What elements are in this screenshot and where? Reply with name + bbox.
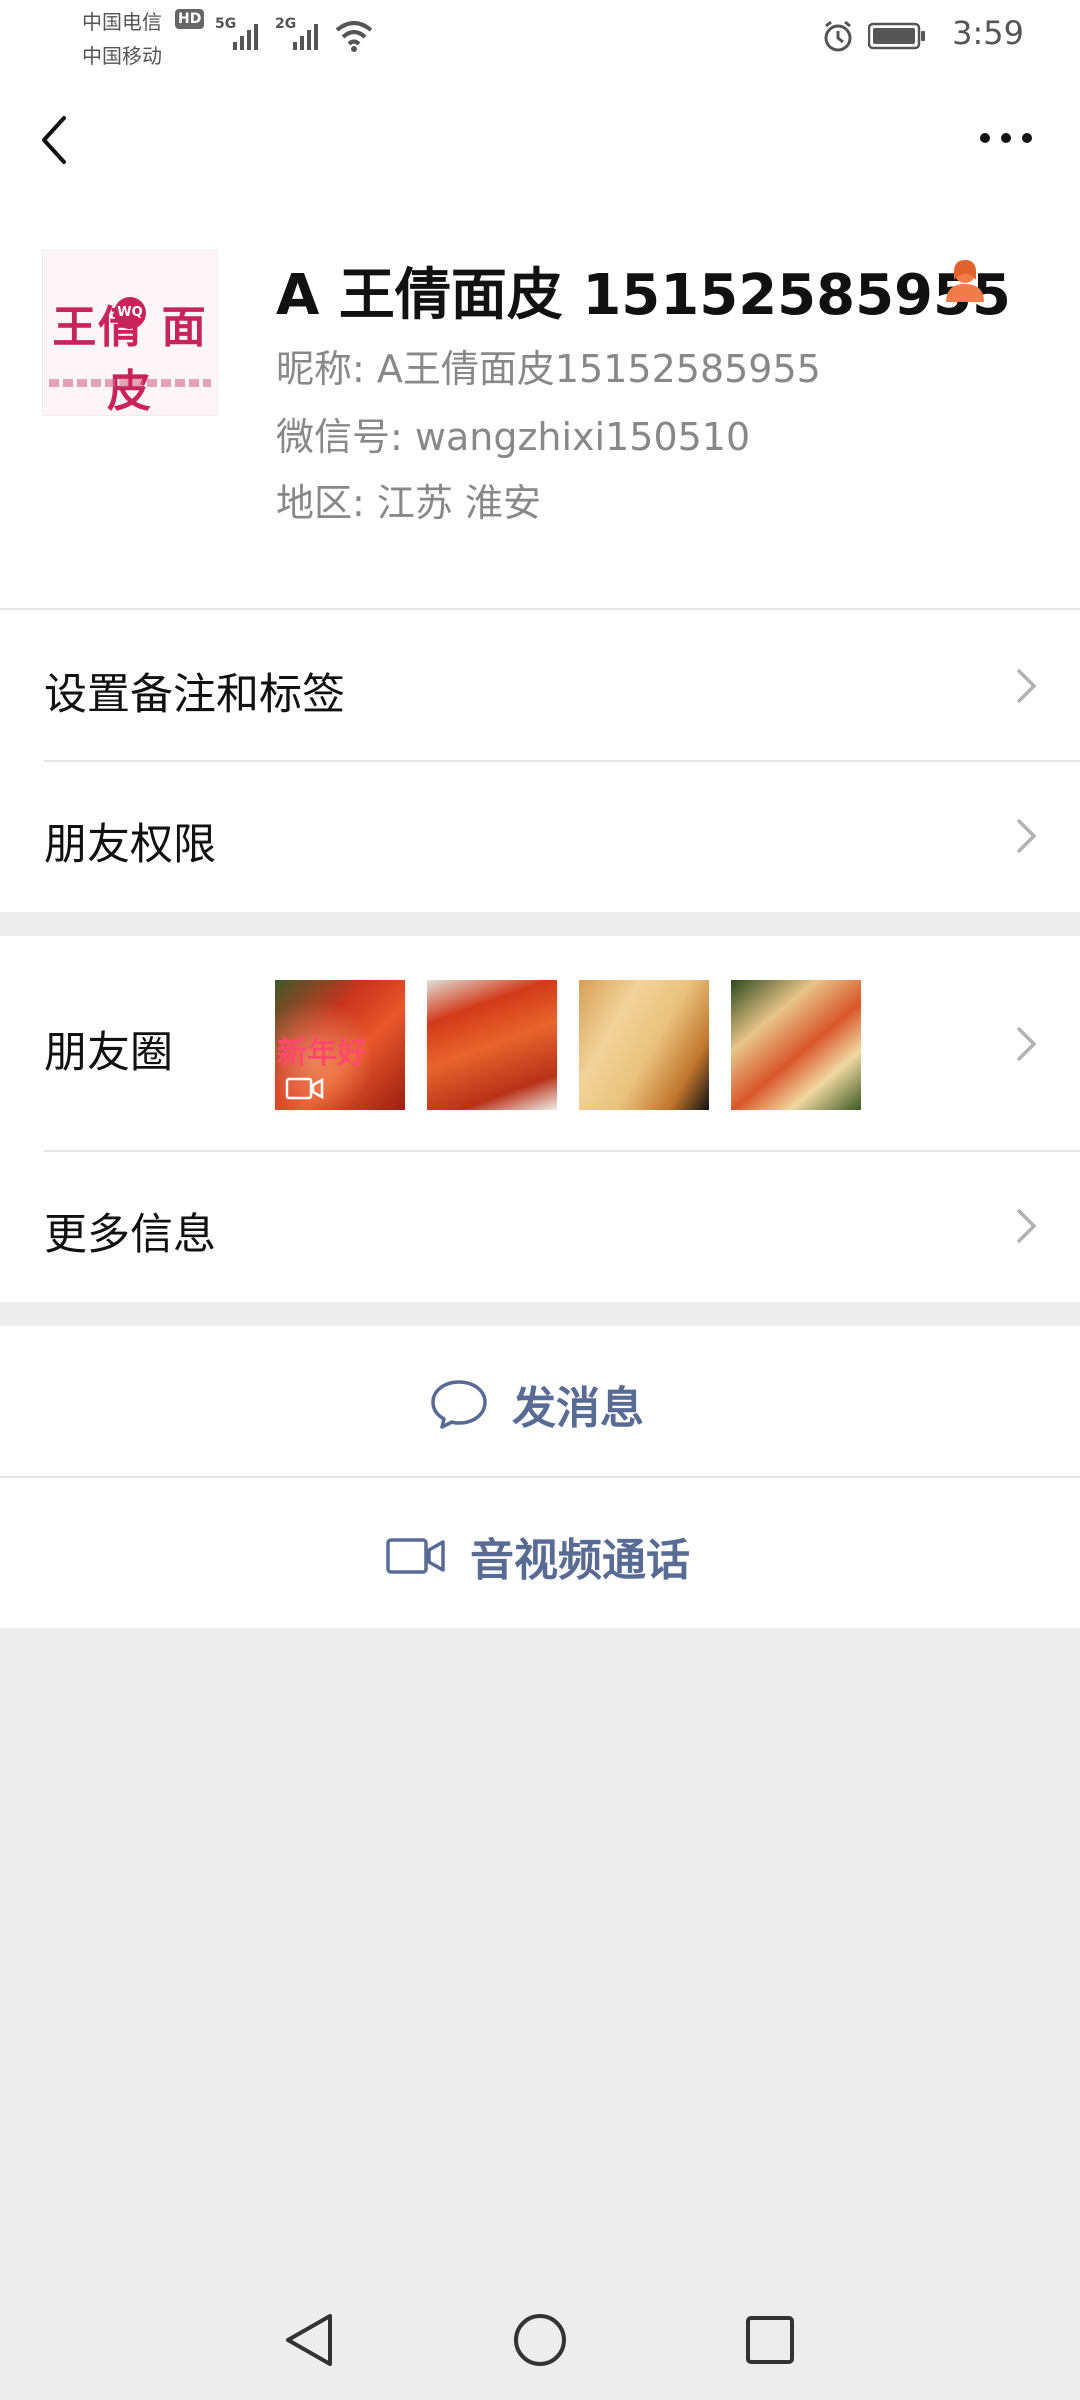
nav-home-icon[interactable]: [512, 2312, 568, 2368]
female-user-icon: [946, 260, 984, 302]
chevron-right-icon: [1016, 1026, 1037, 1062]
send-message-label: 发消息: [512, 1383, 644, 1434]
moments-thumbnail-photo[interactable]: [731, 980, 861, 1110]
wifi-icon: [335, 21, 373, 52]
hd-badge: HD: [175, 9, 205, 29]
chevron-right-icon: [1016, 1208, 1037, 1244]
friend-permissions-label: 朋友权限: [44, 820, 216, 870]
more-dots-icon[interactable]: [976, 128, 1036, 148]
av-call-button[interactable]: 音视频通话: [0, 1478, 1080, 1628]
chevron-right-icon: [1016, 668, 1037, 704]
status-bar: 中国电信 HD 中国移动 5G 2G 3:59: [0, 0, 1080, 72]
moments-thumbnail-photo[interactable]: [579, 980, 709, 1110]
video-icon: [285, 1077, 324, 1100]
av-call-label: 音视频通话: [470, 1535, 690, 1586]
back-icon[interactable]: [36, 112, 72, 168]
remark-tags-row[interactable]: 设置备注和标签: [0, 610, 1080, 762]
nav-back-icon[interactable]: [282, 2310, 336, 2370]
avatar-logo-badge: WQ: [114, 297, 146, 329]
carrier-2: 中国移动: [82, 44, 162, 68]
carrier-1: 中国电信: [82, 10, 162, 34]
moments-label: 朋友圈: [44, 1028, 173, 1078]
avatar[interactable]: 王倩 面皮 WQ: [42, 250, 218, 416]
video-call-icon: [386, 1538, 445, 1574]
nickname: 昵称: A王倩面皮15152585955: [276, 347, 821, 391]
alarm-icon: [824, 20, 852, 52]
friend-permissions-row[interactable]: 朋友权限: [0, 762, 1080, 912]
thumbnail-overlay-text: 新年好: [277, 1036, 367, 1071]
chat-bubble-icon: [431, 1380, 487, 1429]
more-info-row[interactable]: 更多信息: [0, 1152, 1080, 1302]
remark-tags-label: 设置备注和标签: [44, 670, 345, 720]
battery-icon: [868, 22, 925, 50]
nav-recents-icon[interactable]: [744, 2314, 796, 2366]
moments-thumbnail-video[interactable]: 新年好: [275, 980, 405, 1110]
avatar-subtext-lines: [49, 379, 211, 387]
wechat-id: 微信号: wangzhixi150510: [276, 415, 751, 459]
region: 地区: 江苏 淮安: [276, 481, 541, 525]
moments-thumbnail-photo[interactable]: [427, 980, 557, 1110]
chevron-right-icon: [1016, 818, 1037, 854]
more-info-label: 更多信息: [44, 1210, 216, 1260]
send-message-button[interactable]: 发消息: [0, 1326, 1080, 1476]
clock-time: 3:59: [952, 14, 1024, 52]
display-name: A 王倩面皮 15152585955: [276, 263, 1011, 328]
